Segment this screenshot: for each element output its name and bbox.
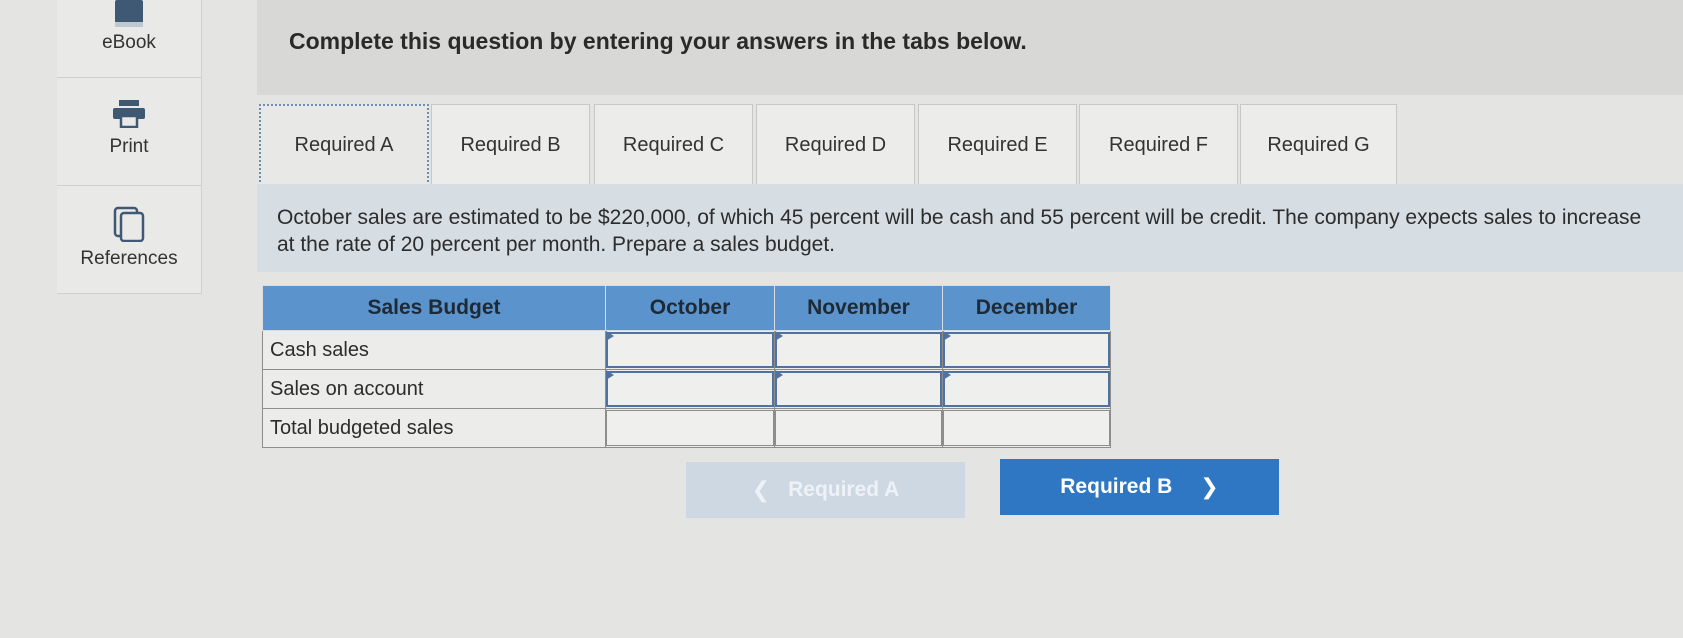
sales-budget-table: Sales Budget October November December C… bbox=[262, 285, 1111, 448]
chevron-right-icon: ❯ bbox=[1200, 474, 1219, 499]
table-row: Cash sales bbox=[262, 330, 1111, 370]
previous-button[interactable]: ❮ Required A bbox=[686, 462, 965, 518]
sidebar: eBook Print References bbox=[57, 0, 202, 294]
row-label-cash-sales: Cash sales bbox=[262, 330, 606, 370]
copy-documents-icon bbox=[113, 206, 145, 242]
references-label: References bbox=[80, 248, 178, 269]
book-icon bbox=[115, 0, 143, 27]
header-october: October bbox=[605, 285, 775, 331]
tab-required-g[interactable]: Required G bbox=[1240, 104, 1397, 186]
ebook-button[interactable]: eBook bbox=[57, 0, 201, 76]
tab-required-a[interactable]: Required A bbox=[259, 104, 429, 186]
chevron-left-icon: ❮ bbox=[751, 477, 771, 502]
sales-on-account-october-input[interactable] bbox=[605, 369, 775, 409]
cash-sales-october-input[interactable] bbox=[605, 330, 775, 370]
cash-sales-november-input[interactable] bbox=[774, 330, 943, 370]
tab-required-f[interactable]: Required F bbox=[1079, 104, 1238, 186]
print-button[interactable]: Print bbox=[57, 100, 201, 180]
instructions-panel: October sales are estimated to be $220,0… bbox=[257, 184, 1683, 272]
tab-required-e[interactable]: Required E bbox=[918, 104, 1077, 186]
table-row: Total budgeted sales bbox=[262, 408, 1111, 448]
page-title: Complete this question by entering your … bbox=[289, 28, 1027, 54]
cash-sales-december-input[interactable] bbox=[942, 330, 1111, 370]
question-header: Complete this question by entering your … bbox=[257, 0, 1683, 95]
table-header-row: Sales Budget October November December bbox=[262, 285, 1111, 331]
references-button[interactable]: References bbox=[57, 206, 201, 286]
tab-required-c[interactable]: Required C bbox=[594, 104, 753, 186]
tab-required-d[interactable]: Required D bbox=[756, 104, 915, 186]
printer-icon bbox=[113, 100, 145, 128]
header-sales-budget: Sales Budget bbox=[262, 285, 606, 331]
sales-on-account-november-input[interactable] bbox=[774, 369, 943, 409]
next-button-label: Required B bbox=[1060, 475, 1173, 498]
ebook-label: eBook bbox=[102, 32, 156, 53]
instructions-text: October sales are estimated to be $220,0… bbox=[277, 206, 1642, 256]
total-november-cell bbox=[774, 408, 943, 448]
print-label: Print bbox=[109, 136, 149, 157]
next-button[interactable]: Required B ❯ bbox=[1000, 459, 1279, 515]
header-november: November bbox=[774, 285, 943, 331]
sales-on-account-december-input[interactable] bbox=[942, 369, 1111, 409]
total-october-cell bbox=[605, 408, 775, 448]
row-label-sales-on-account: Sales on account bbox=[262, 369, 606, 409]
row-label-total-budgeted-sales: Total budgeted sales bbox=[262, 408, 606, 448]
total-december-cell bbox=[942, 408, 1111, 448]
table-row: Sales on account bbox=[262, 369, 1111, 409]
previous-button-label: Required A bbox=[788, 478, 900, 501]
tab-required-b[interactable]: Required B bbox=[431, 104, 590, 186]
header-december: December bbox=[942, 285, 1111, 331]
